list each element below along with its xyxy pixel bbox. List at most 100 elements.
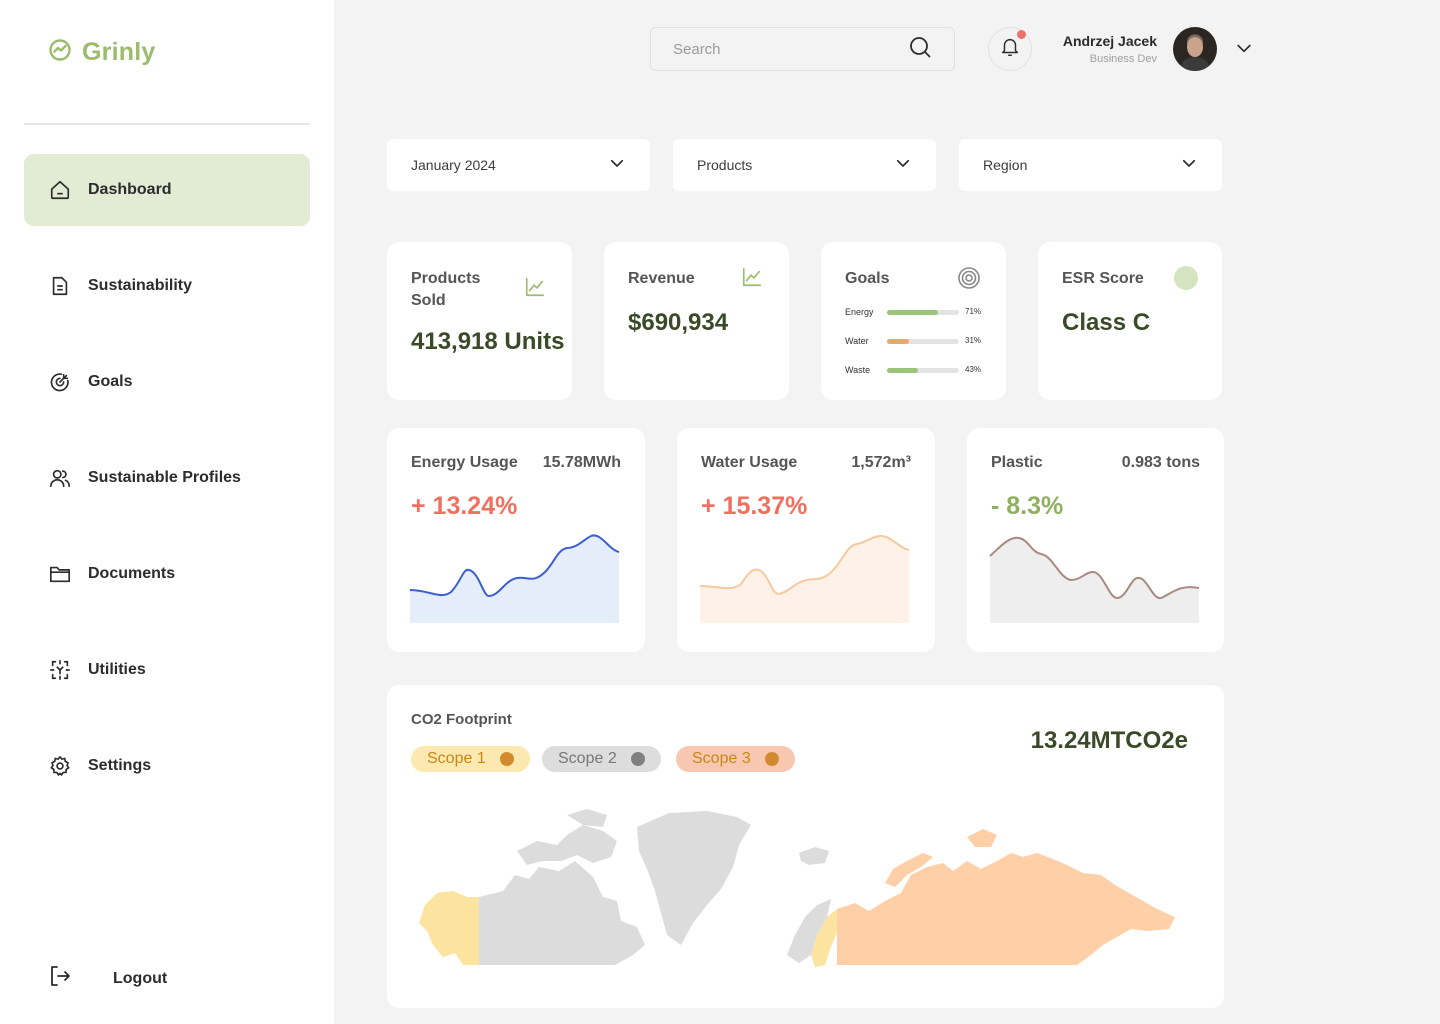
change-value: - 8.3% xyxy=(991,492,1064,520)
scope-dot-icon xyxy=(630,752,645,766)
sidebar-item-dashboard[interactable]: Dashboard xyxy=(24,154,310,226)
sidebar-item-settings[interactable]: Settings xyxy=(24,730,310,802)
chevron-down-icon[interactable] xyxy=(1234,38,1254,63)
sidebar-item-label: Dashboard xyxy=(88,181,172,198)
map-region-iceland xyxy=(799,847,829,865)
status-dot-icon xyxy=(1174,266,1198,290)
document-icon xyxy=(48,274,72,298)
co2-footprint-card[interactable]: CO2 Footprint 13.24MTCO2e Scope 1 Scope … xyxy=(387,685,1224,1008)
map-region-russia xyxy=(837,853,1175,965)
goal-row-water: Water 31% xyxy=(845,336,982,346)
sidebar-item-label: Goals xyxy=(88,373,133,390)
energy-usage-card[interactable]: Energy Usage 15.78MWh + 13.24% xyxy=(387,428,645,652)
card-value: $690,934 xyxy=(628,309,729,336)
card-amount: 1,572m³ xyxy=(851,454,911,471)
sidebar: Grinly Dashboard Sustainability Goals Su… xyxy=(0,0,334,1024)
water-sparkline xyxy=(699,534,910,623)
plastic-sparkline xyxy=(989,536,1200,623)
scope-2-chip[interactable]: Scope 2 xyxy=(542,746,661,772)
card-title: Goals xyxy=(845,270,890,287)
card-title: Plastic xyxy=(991,454,1043,471)
target-icon xyxy=(957,266,981,295)
change-value: + 15.37% xyxy=(701,492,808,520)
date-filter-dropdown[interactable]: January 2024 xyxy=(387,139,650,191)
avatar[interactable] xyxy=(1173,27,1217,71)
search-bar[interactable] xyxy=(650,27,955,71)
search-input[interactable] xyxy=(673,40,908,58)
logout-label: Logout xyxy=(113,969,168,987)
gear-icon xyxy=(48,754,72,778)
scope-label: Scope 2 xyxy=(558,750,617,767)
card-title: CO2 Footprint xyxy=(411,711,512,728)
chevron-down-icon xyxy=(608,154,626,177)
logout-icon xyxy=(48,964,72,993)
map-region-canada xyxy=(479,861,645,965)
sidebar-divider xyxy=(24,123,310,125)
chart-line-icon xyxy=(741,266,763,293)
card-amount: 0.983 tons xyxy=(1121,454,1200,471)
sidebar-item-label: Utilities xyxy=(88,661,146,678)
card-amount: 15.78MWh xyxy=(542,454,621,471)
sidebar-item-utilities[interactable]: Utilities xyxy=(24,634,310,706)
map-region-greenland xyxy=(637,811,751,945)
search-icon[interactable] xyxy=(908,35,932,64)
home-icon xyxy=(48,178,72,202)
energy-sparkline xyxy=(409,534,620,623)
card-title: Water Usage xyxy=(701,454,798,471)
products-filter-dropdown[interactable]: Products xyxy=(673,139,936,191)
co2-value: 13.24MTCO2e xyxy=(1030,727,1188,754)
logo-icon xyxy=(48,38,72,67)
sidebar-item-label: Settings xyxy=(88,757,152,774)
user-role: Business Dev xyxy=(1089,53,1157,65)
sidebar-item-sustainable-profiles[interactable]: Sustainable Profiles xyxy=(24,442,310,514)
map-region-alaska xyxy=(419,891,479,965)
notifications-button[interactable] xyxy=(988,27,1032,71)
brand-name: Grinly xyxy=(82,38,156,66)
utilities-icon xyxy=(48,658,72,682)
filter-label: Region xyxy=(983,157,1028,173)
scope-label: Scope 3 xyxy=(692,750,751,767)
folder-icon xyxy=(48,562,72,586)
scope-dot-icon xyxy=(499,752,514,766)
user-name: Andrzej Jacek xyxy=(1062,33,1157,49)
map-region-arctic-islands xyxy=(517,825,617,865)
change-value: + 13.24% xyxy=(411,492,518,520)
sidebar-item-goals[interactable]: Goals xyxy=(24,346,310,418)
notification-dot xyxy=(1017,30,1026,39)
sidebar-item-label: Sustainable Profiles xyxy=(88,469,241,486)
card-title: ESR Score xyxy=(1062,270,1144,287)
card-title: Products Sold xyxy=(411,270,481,309)
goals-card[interactable]: Goals Energy 71% Water 31% Waste 43% xyxy=(821,242,1006,400)
scope-3-chip[interactable]: Scope 3 xyxy=(676,746,795,772)
users-icon xyxy=(48,466,72,490)
co2-world-map xyxy=(419,809,1175,967)
plastic-usage-card[interactable]: Plastic 0.983 tons - 8.3% xyxy=(967,428,1224,652)
card-title: Energy Usage xyxy=(411,454,518,471)
sidebar-item-sustainability[interactable]: Sustainability xyxy=(24,250,310,322)
goal-row-waste: Waste 43% xyxy=(845,365,982,375)
sidebar-item-label: Sustainability xyxy=(88,277,193,294)
chart-line-icon xyxy=(524,276,546,303)
goal-row-energy: Energy 71% xyxy=(845,307,982,317)
card-value: 413,918 Units xyxy=(411,328,565,355)
filter-label: January 2024 xyxy=(411,157,496,173)
target-icon xyxy=(48,370,72,394)
filter-label: Products xyxy=(697,157,753,173)
sidebar-item-label: Documents xyxy=(88,565,176,582)
scope-label: Scope 1 xyxy=(427,750,486,767)
scope-dot-icon xyxy=(764,752,779,766)
esr-score-card[interactable]: ESR Score Class C xyxy=(1038,242,1222,400)
card-title: Revenue xyxy=(628,270,695,287)
revenue-card[interactable]: Revenue $690,934 xyxy=(604,242,789,400)
scope-1-chip[interactable]: Scope 1 xyxy=(411,746,530,772)
card-value: Class C xyxy=(1062,309,1151,336)
chevron-down-icon xyxy=(894,154,912,177)
region-filter-dropdown[interactable]: Region xyxy=(959,139,1222,191)
sidebar-item-documents[interactable]: Documents xyxy=(24,538,310,610)
water-usage-card[interactable]: Water Usage 1,572m³ + 15.37% xyxy=(677,428,935,652)
products-sold-card[interactable]: Products Sold 413,918 Units xyxy=(387,242,572,400)
brand-logo[interactable]: Grinly xyxy=(48,38,155,67)
map-region-severnaya xyxy=(967,829,997,847)
logout-button[interactable]: Logout xyxy=(48,964,167,993)
chevron-down-icon xyxy=(1180,154,1198,177)
